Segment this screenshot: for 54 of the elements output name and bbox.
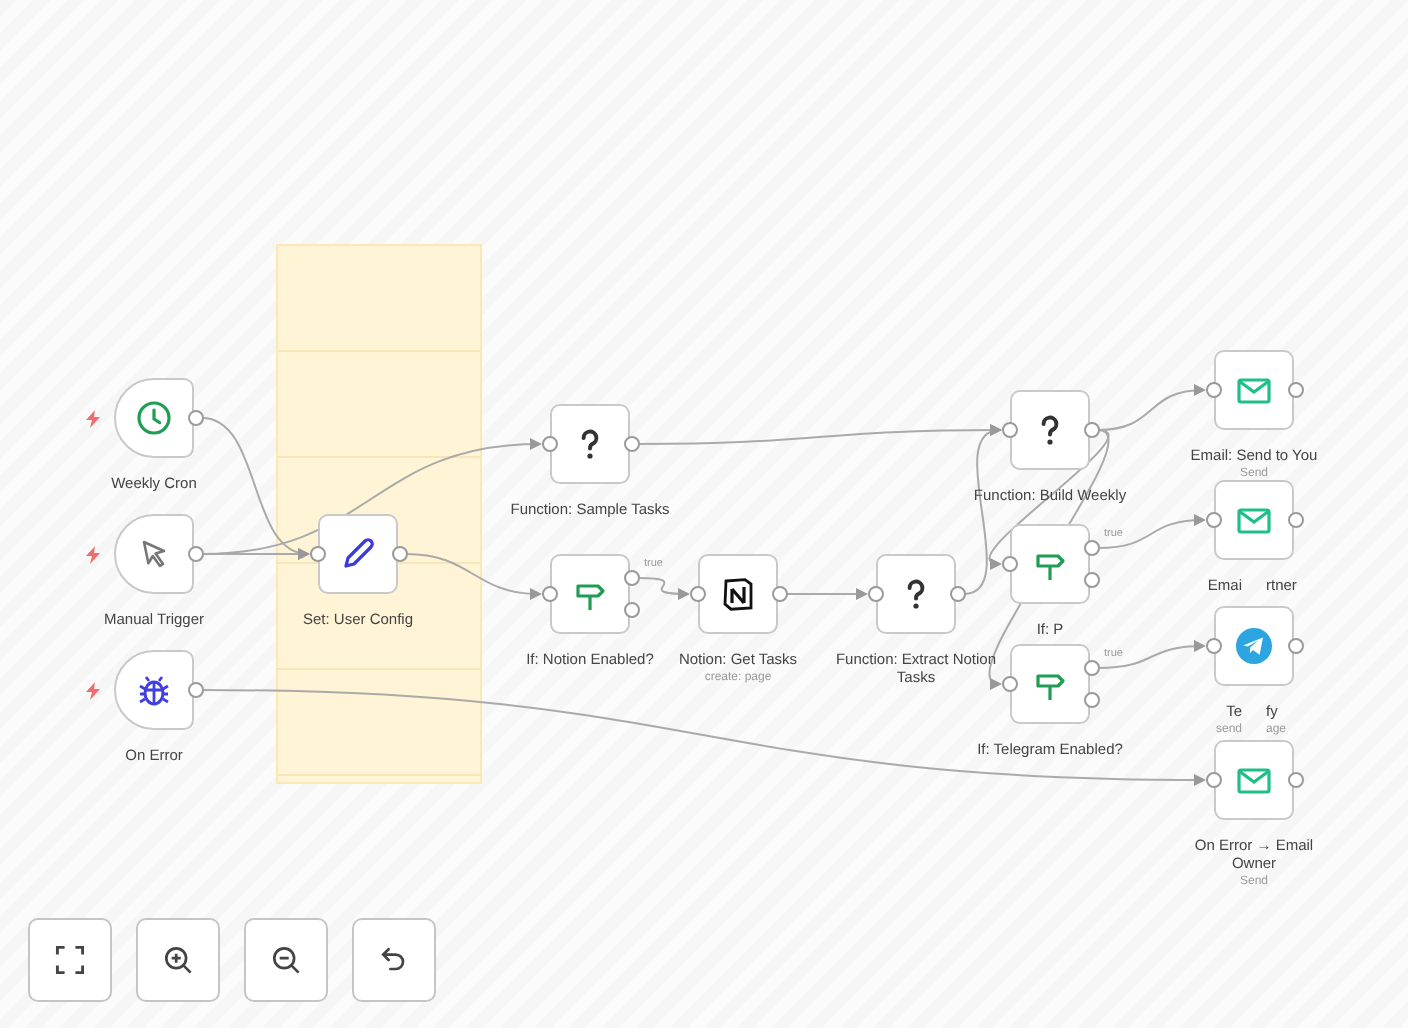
connection-handle[interactable] <box>1288 382 1304 398</box>
workflow-node[interactable] <box>318 514 398 594</box>
workflow-node[interactable] <box>1214 480 1294 560</box>
connection-handle[interactable] <box>1288 512 1304 528</box>
connection-handle[interactable] <box>772 586 788 602</box>
notion-icon <box>718 574 758 614</box>
connection-handle[interactable] <box>868 586 884 602</box>
workflow-node[interactable] <box>876 554 956 634</box>
connection-handle[interactable] <box>188 546 204 562</box>
connection-handle[interactable] <box>542 436 558 452</box>
zoom-to-fit-button[interactable] <box>28 918 112 1002</box>
workflow-node[interactable] <box>1214 606 1294 686</box>
connection-line[interactable] <box>1097 514 1206 549</box>
workflow-node[interactable] <box>114 378 194 458</box>
workflow-node[interactable] <box>1214 740 1294 820</box>
connection-handle[interactable] <box>1206 772 1222 788</box>
connection-handle[interactable] <box>1206 638 1222 654</box>
zoom-in-icon <box>160 942 196 978</box>
connection-handle[interactable] <box>950 586 966 602</box>
paper-plane-icon <box>1234 626 1274 666</box>
connection-handle[interactable] <box>188 682 204 698</box>
undo-button[interactable] <box>352 918 436 1002</box>
fit-view-icon <box>52 942 88 978</box>
connection-handle[interactable] <box>1002 422 1018 438</box>
pencil-icon <box>338 534 378 574</box>
workflow-node[interactable] <box>1010 644 1090 724</box>
workflow-node[interactable] <box>1010 524 1090 604</box>
connection-handle[interactable] <box>690 586 706 602</box>
connection-handle[interactable] <box>1288 638 1304 654</box>
zoom-out-button[interactable] <box>244 918 328 1002</box>
lightning-icon <box>86 410 100 428</box>
clock-icon <box>134 398 174 438</box>
connection-handle[interactable] <box>1288 772 1304 788</box>
connection-handle[interactable] <box>1206 512 1222 528</box>
connection-handle[interactable] <box>1206 382 1222 398</box>
workflow-node[interactable] <box>114 650 194 730</box>
lightning-icon <box>86 546 100 564</box>
workflow-node[interactable] <box>1010 390 1090 470</box>
zoom-out-icon <box>268 942 304 978</box>
workflow-node[interactable] <box>698 554 778 634</box>
workflow-node[interactable] <box>550 404 630 484</box>
workflow-node[interactable] <box>550 554 630 634</box>
connection-handle[interactable] <box>1002 676 1018 692</box>
workflow-node[interactable] <box>114 514 194 594</box>
connection-handle[interactable] <box>1084 422 1100 438</box>
lightning-icon <box>86 682 100 700</box>
workflow-node[interactable] <box>1214 350 1294 430</box>
connection-handle[interactable] <box>624 436 640 452</box>
zoom-in-button[interactable] <box>136 918 220 1002</box>
connection-line[interactable] <box>637 577 690 600</box>
connection-line[interactable] <box>1097 640 1206 669</box>
connection-handle[interactable] <box>188 410 204 426</box>
connection-handle[interactable] <box>542 586 558 602</box>
connection-handle[interactable] <box>1002 556 1018 572</box>
